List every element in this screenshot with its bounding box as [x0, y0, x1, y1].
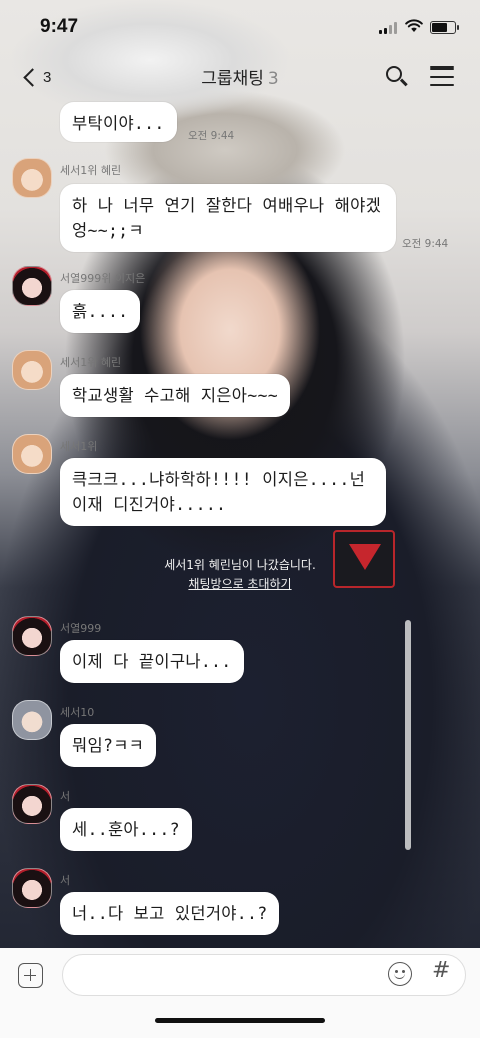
avatar[interactable] — [12, 266, 52, 306]
attach-button[interactable] — [18, 963, 43, 988]
sender-name: 세서10 — [60, 706, 95, 719]
sender-name: 세서1위 혜린 — [60, 164, 122, 177]
menu-button[interactable] — [430, 66, 456, 88]
system-notice: 세서1위 혜린님이 나갔습니다. 채팅방으로 초대하기 — [0, 556, 480, 594]
message-bubble[interactable]: 큭크크...냐하학하!!!! 이지은....넌 이재 디진거야..... — [60, 458, 386, 526]
message-bubble[interactable]: 이제 다 끝이구나... — [60, 640, 244, 683]
avatar[interactable] — [12, 868, 52, 908]
message-time: 오전 9:44 — [188, 130, 235, 142]
emoji-button[interactable] — [388, 962, 412, 986]
message-bubble[interactable]: 학교생활 수고해 지은아~~~ — [60, 374, 290, 417]
sender-name: 서 — [60, 874, 71, 887]
status-time: 9:47 — [40, 16, 79, 37]
avatar[interactable] — [12, 700, 52, 740]
message-bubble[interactable]: 하 나 너무 연기 잘한다 여배우나 해야겠엉~~;;ㅋ — [60, 184, 396, 252]
message-bubble[interactable]: 부탁이야... — [60, 102, 177, 142]
avatar[interactable] — [12, 158, 52, 198]
message-bubble[interactable]: 흙.... — [60, 290, 141, 333]
member-count: 3 — [267, 69, 279, 89]
chat-title-text: 그룹채팅 — [201, 69, 264, 89]
message-bubble[interactable]: 너..다 보고 있던거야..? — [60, 892, 280, 935]
message-list[interactable]: 부탁이야... 오전 9:44 세서1위 혜린 하 나 너무 연기 잘한다 여배… — [0, 100, 480, 948]
chat-header: 3 그룹채팅 3 — [0, 54, 480, 100]
status-bar: 9:47 — [0, 0, 480, 54]
wifi-icon — [405, 19, 423, 32]
battery-icon — [430, 21, 459, 34]
message-bubble[interactable]: 세..훈아...? — [60, 808, 192, 851]
menu-icon — [430, 66, 454, 87]
input-bar: # — [0, 948, 480, 1038]
sender-name: 서열999위 이지은 — [60, 272, 146, 285]
sender-name: 서열999 — [60, 622, 102, 635]
message-bubble[interactable]: 뭐임?ㅋㅋ — [60, 724, 157, 767]
hash-icon[interactable]: # — [432, 958, 450, 983]
invite-link[interactable]: 채팅방으로 초대하기 — [0, 575, 480, 594]
search-button[interactable] — [384, 64, 410, 90]
sender-name: 세서1위 — [60, 440, 98, 453]
sender-name: 세서1위 혜린 — [60, 356, 122, 369]
avatar[interactable] — [12, 784, 52, 824]
system-notice-text: 세서1위 혜린님이 나갔습니다. — [164, 558, 316, 572]
avatar[interactable] — [12, 616, 52, 656]
cellular-signal-icon — [379, 22, 399, 34]
message-time: 오전 9:44 — [402, 238, 449, 250]
sender-name: 서 — [60, 790, 71, 803]
avatar[interactable] — [12, 434, 52, 474]
avatar[interactable] — [12, 350, 52, 390]
home-indicator[interactable] — [155, 1018, 325, 1023]
